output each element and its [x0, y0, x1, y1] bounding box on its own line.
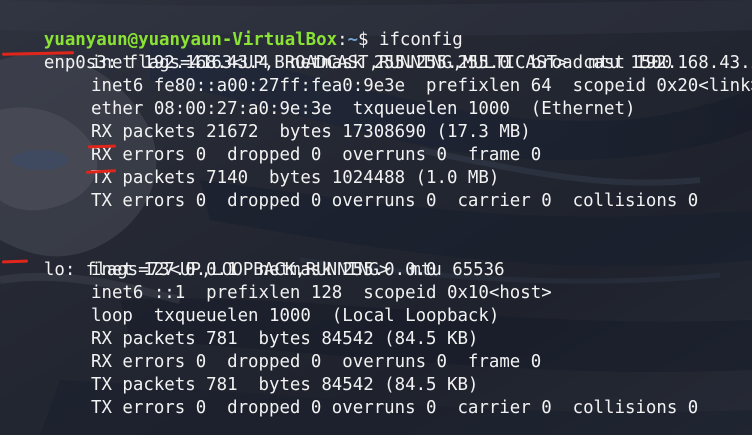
lo-rx-packets-line: RX packets 781 bytes 84542 (84.5 KB) — [91, 329, 479, 349]
lo-inet6-line: inet6 ::1 prefixlen 128 scopeid 0x10<hos… — [91, 283, 552, 303]
lo-loop-line: loop txqueuelen 1000 (Local Loopback) — [91, 306, 500, 326]
lo-inet-line: inet 127.0.0.1 netmask 255.0.0.0 — [91, 260, 437, 280]
lo-tx-packets-line: TX packets 781 bytes 84542 (84.5 KB) — [91, 375, 479, 395]
lo-rx-errors-line: RX errors 0 dropped 0 overruns 0 frame 0 — [91, 352, 542, 372]
enp0s3-rx-packets-line: RX packets 21672 bytes 17308690 (17.3 MB… — [91, 122, 531, 142]
enp0s3-tx-packets-line: TX packets 7140 bytes 1024488 (1.0 MB) — [91, 168, 500, 188]
terminal-window[interactable]: yuanyaun@yuanyaun-VirtualBox:~$ ifconfig… — [0, 0, 752, 435]
prompt-line: yuanyaun@yuanyaun-VirtualBox:~$ ifconfig — [2, 6, 463, 50]
interface-header-enp0s3: enp0s3: flags=4163<UP,BROADCAST,RUNNING,… — [2, 29, 672, 73]
interface-header-lo: lo: flags=73<UP,LOOPBACK,RUNNING> mtu 65… — [2, 236, 505, 280]
lo-tx-errors-line: TX errors 0 dropped 0 overruns 0 carrier… — [91, 398, 699, 418]
enp0s3-rx-errors-line: RX errors 0 dropped 0 overruns 0 frame 0 — [91, 145, 542, 165]
enp0s3-tx-errors-line: TX errors 0 dropped 0 overruns 0 carrier… — [91, 191, 699, 211]
enp0s3-inet6-line: inet6 fe80::a00:27ff:fea0:9e3e prefixlen… — [91, 76, 752, 96]
enp0s3-inet-line: inet 192.168.43.4 netmask 255.255.255.0 … — [91, 53, 752, 73]
enp0s3-ether-line: ether 08:00:27:a0:9e:3e txqueuelen 1000 … — [91, 99, 636, 119]
